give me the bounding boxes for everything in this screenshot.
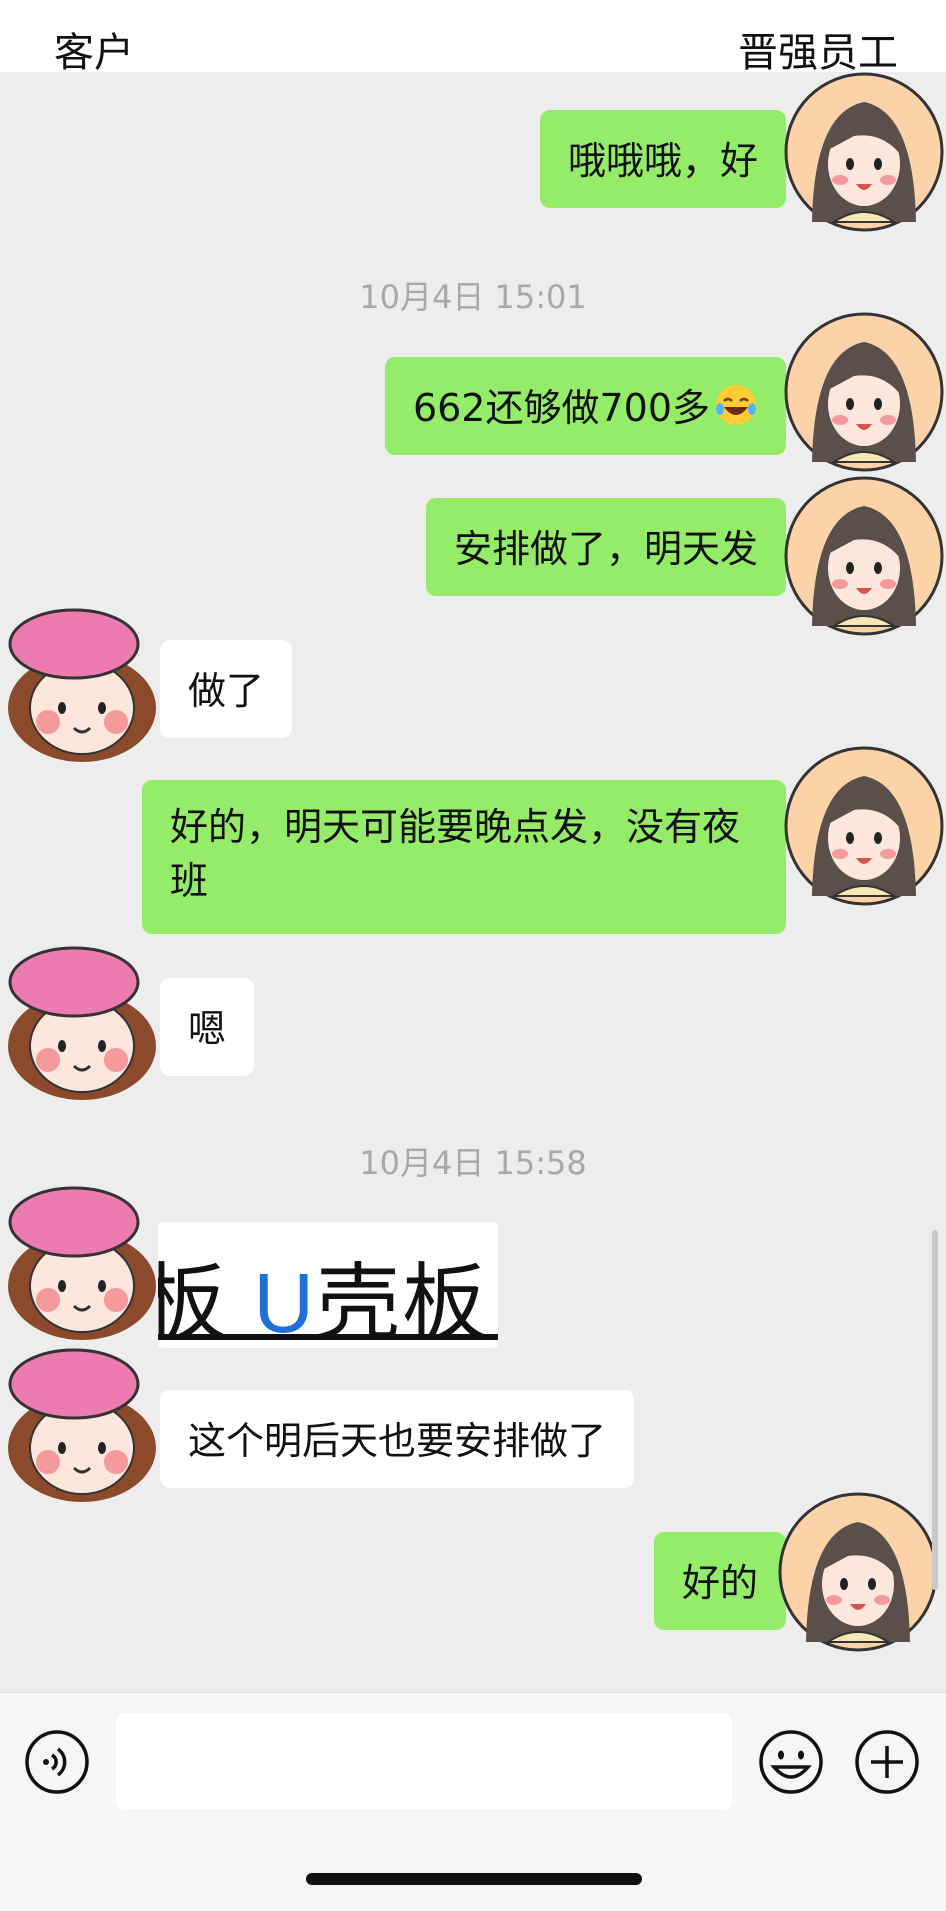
message-text: 662还够做700多	[412, 386, 710, 430]
header-right-title: 晋强员工	[738, 30, 898, 76]
laughing-crying-emoji-icon	[716, 385, 756, 425]
image-underline	[158, 1334, 498, 1340]
message-outgoing[interactable]: 好的	[653, 1532, 786, 1630]
input-bar	[0, 1692, 946, 1911]
message-text: 做了	[188, 669, 265, 713]
message-text: 哦哦哦，好	[567, 139, 758, 183]
message-incoming[interactable]: 这个明后天也要安排做了	[160, 1390, 635, 1488]
message-text: 好的，明天可能要晚点发，没有夜班	[170, 805, 741, 903]
staff-avatar[interactable]	[784, 312, 944, 472]
message-incoming[interactable]: 做了	[160, 640, 293, 738]
message-input[interactable]	[116, 1713, 732, 1809]
message-outgoing[interactable]: 哦哦哦，好	[539, 110, 786, 208]
emoji-icon[interactable]	[758, 1729, 824, 1795]
timestamp: 10月4日 15:58	[359, 1144, 587, 1182]
message-text: 这个明后天也要安排做了	[188, 1419, 607, 1463]
home-indicator[interactable]	[306, 1873, 642, 1885]
staff-avatar[interactable]	[784, 476, 944, 636]
message-outgoing[interactable]: 好的，明天可能要晚点发，没有夜班	[142, 780, 786, 934]
plus-icon[interactable]	[854, 1729, 920, 1795]
scrollbar[interactable]	[932, 1230, 938, 1590]
message-text: 嗯	[188, 1007, 227, 1051]
header-left-title: 客户	[54, 30, 134, 76]
staff-avatar[interactable]	[784, 746, 944, 906]
message-outgoing[interactable]: 662还够做700多	[384, 357, 786, 455]
staff-avatar[interactable]	[784, 72, 944, 232]
message-outgoing[interactable]: 安排做了，明天发	[425, 498, 786, 596]
message-incoming[interactable]: 嗯	[160, 978, 255, 1076]
customer-avatar[interactable]	[2, 604, 162, 764]
chat-header: 客户 晋强员工	[0, 0, 946, 76]
image-message[interactable]: 板 U壳板	[158, 1222, 498, 1348]
message-text: 安排做了，明天发	[453, 527, 758, 571]
customer-avatar[interactable]	[2, 1182, 162, 1342]
image-message-content: 板 U壳板	[158, 1236, 488, 1348]
voice-icon[interactable]	[24, 1729, 90, 1795]
staff-avatar[interactable]	[778, 1492, 938, 1652]
customer-avatar[interactable]	[2, 942, 162, 1102]
customer-avatar[interactable]	[2, 1344, 162, 1504]
message-text: 好的	[681, 1561, 758, 1605]
